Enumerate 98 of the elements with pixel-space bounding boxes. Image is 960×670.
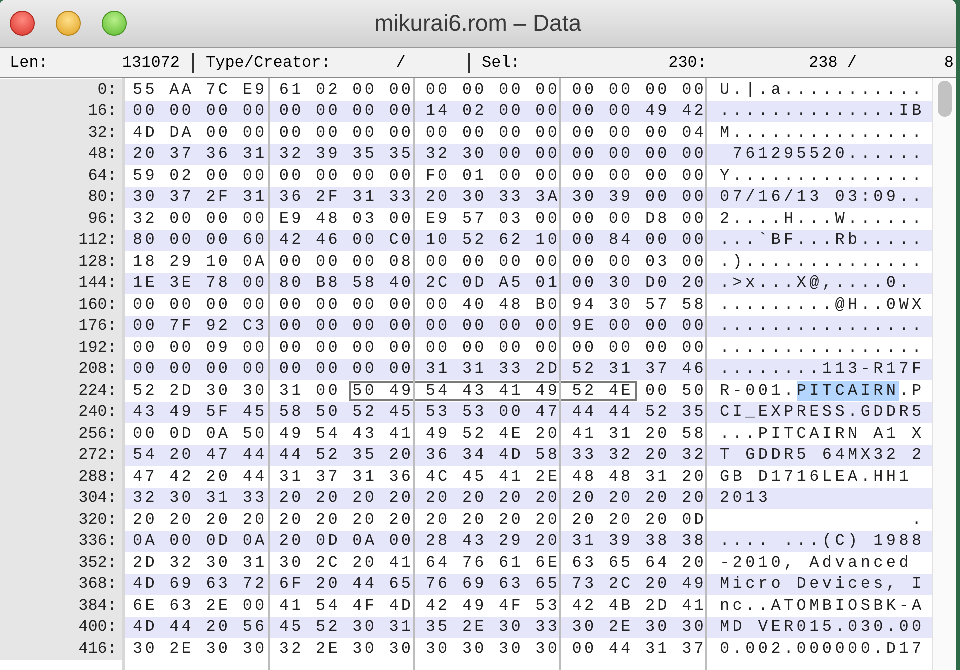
ascii-text[interactable]: ..............IB [720,101,925,122]
offset-label: 256: [78,424,117,444]
ascii-text[interactable]: MD VER015.030.00 [720,617,925,638]
hex-bytes[interactable]: 30 37 2F 31 36 2F 31 33 20 30 33 3A 30 39 00 00 [129,187,710,208]
ascii-text[interactable]: CI_EXPRESS.GDDR5 [720,402,925,422]
offset-label: 160: [78,294,117,315]
ascii-text[interactable]: .... ...(C) 1988 [720,531,925,552]
ascii-text[interactable]: 07/16/13 03:09.. [720,187,925,208]
length-value: 131072 [121,52,180,74]
hex-bytes[interactable]: 0A 00 0D 0A 20 0D 0A 00 28 43 29 20 31 39 38 38 [129,531,710,552]
offset-label: 48: [88,144,117,164]
offset-label: 112: [78,230,117,250]
ascii-text[interactable]: Y............... [720,166,925,186]
offset-label: 272: [78,445,117,466]
ascii-text[interactable]: U.|.a........... [720,80,925,100]
hex-bytes[interactable]: 20 20 20 20 20 20 20 20 20 20 20 20 20 20 20 0D [129,510,710,530]
window-title: mikurai6.rom – Data [374,9,582,38]
hex-bytes[interactable]: 00 50 [641,380,710,401]
selection-end: 238 / [808,52,857,74]
selection-length: 8 [943,52,955,74]
ascii-text[interactable]: 2013 [720,488,925,508]
offset-label: 336: [78,531,117,552]
offset-label: 240: [78,402,117,422]
ascii-text[interactable]: .P [899,380,925,401]
ascii-text[interactable]: ................ [720,316,925,336]
ascii-text[interactable]: T GDDR5 64MX32 2 [720,445,925,466]
minimize-button[interactable] [56,11,81,36]
scroll-thumb[interactable] [938,81,952,117]
offset-label: 304: [78,488,117,508]
offset-label: 64: [88,166,117,186]
hex-bytes[interactable]: 00 00 09 00 00 00 00 00 00 00 00 00 00 00 00 00 [129,338,710,358]
ascii-text[interactable]: 0.002.000000.D17 [720,638,925,659]
offset-label: 384: [78,596,117,616]
hex-bytes[interactable]: 00 00 00 00 00 00 00 00 14 02 00 00 00 00 49 42 [129,101,710,122]
offset-label: 32: [88,122,117,143]
hex-bytes[interactable]: 43 49 5F 45 58 50 52 45 53 53 00 47 44 44 52 35 [129,402,710,422]
hex-bytes[interactable]: 32 30 31 33 20 20 20 20 20 20 20 20 20 20 20 20 [129,488,710,508]
ascii-text[interactable]: ........113-R17F [720,359,925,380]
hex-bytes[interactable]: 6E 63 2E 00 41 54 4F 4D 42 49 4F 53 42 4B 2D 41 [129,596,710,616]
ascii-text[interactable]: -2010, Advanced [720,552,925,573]
ascii-text[interactable]: .).............. [720,252,925,272]
hex-bytes[interactable]: 54 20 47 44 44 52 35 20 36 34 4D 58 33 32 20 32 [129,445,710,466]
ascii-text[interactable]: 761295520...... [720,144,925,164]
offset-label: 224: [78,380,117,401]
hex-bytes[interactable]: 18 29 10 0A 00 00 00 08 00 00 00 00 00 00 03 00 [129,252,710,272]
hex-bytes[interactable]: 55 AA 7C E9 61 02 00 00 00 00 00 00 00 00 00 00 [129,80,710,100]
offset-label: 144: [78,273,117,294]
offset-label: 352: [78,552,117,573]
offset-label: 320: [78,510,117,530]
offset-label: 176: [78,316,117,336]
ascii-text[interactable]: M............... [720,122,925,143]
offset-label: 208: [78,359,117,380]
ascii-text[interactable]: GB D1716LEA.HH1 [720,466,925,487]
offset-label: 96: [88,208,117,229]
close-button[interactable] [10,11,35,36]
ascii-text[interactable]: .>x...X@,....0. [720,273,925,294]
ascii-text[interactable]: ...`BF...Rb..... [720,230,925,250]
hex-bytes[interactable]: 80 00 00 60 42 46 00 C0 10 52 62 10 00 84 00 00 [129,230,710,250]
offset-label: 368: [78,574,117,594]
hex-bytes[interactable]: 32 00 00 00 E9 48 03 00 E9 57 03 00 00 00 D8 00 [129,208,710,229]
hex-bytes[interactable]: 00 00 00 00 00 00 00 00 00 40 48 B0 94 30 57 58 [129,294,710,315]
offset-label: 128: [78,252,117,272]
hex-bytes[interactable]: 4D DA 00 00 00 00 00 00 00 00 00 00 00 00 00 04 [129,122,710,143]
ascii-text[interactable]: PITCAIRN [796,380,900,401]
ascii-text[interactable]: Micro Devices, I [720,574,925,594]
ascii-text[interactable]: R-001. [720,380,797,401]
ascii-text[interactable]: nc..ATOMBIOSBK-A [720,596,925,616]
type-creator-label: Type/Creator: [206,52,332,74]
ascii-text[interactable]: 2....H...W...... [720,208,925,229]
hex-bytes[interactable]: 30 2E 30 30 32 2E 30 30 30 30 30 30 00 44 31 37 [129,638,710,659]
hex-bytes[interactable]: 4D 44 20 56 45 52 30 31 35 2E 30 33 30 2E 30 30 [129,617,710,638]
ascii-text[interactable]: . [720,510,925,530]
offset-label: 0: [98,80,117,100]
offset-label: 416: [78,638,117,659]
ascii-text[interactable]: .........@H..0WX [720,294,925,315]
ascii-text[interactable]: ...PITCAIRN A1 X [720,424,925,444]
hex-bytes[interactable]: 00 0D 0A 50 49 54 43 41 49 52 4E 20 41 31 20 58 [129,424,710,444]
length-label: Len: [10,52,50,74]
hex-bytes[interactable]: 59 02 00 00 00 00 00 00 F0 01 00 00 00 00 00 00 [129,166,710,186]
ascii-text[interactable]: ................ [720,338,925,358]
type-creator-value: / [395,52,407,74]
hex-bytes[interactable]: 1E 3E 78 00 80 B8 58 40 2C 0D A5 01 00 30 D0 20 [129,273,710,294]
offset-label: 80: [88,187,117,208]
offset-label: 400: [78,617,117,638]
zoom-button[interactable] [102,11,127,36]
hex-bytes[interactable]: 4D 69 63 72 6F 20 44 65 76 69 63 65 73 2C 20 49 [129,574,710,594]
offset-label: 192: [78,338,117,358]
hex-bytes[interactable]: 00 7F 92 C3 00 00 00 00 00 00 00 00 9E 00 00 00 [129,316,710,336]
hex-bytes[interactable]: 20 37 36 31 32 39 35 35 32 30 00 00 00 00 00 00 [129,144,710,164]
offset-label: 16: [88,101,117,122]
hex-bytes[interactable]: 52 2D 30 30 31 00 [129,380,344,401]
selection-label: Sel: [482,52,522,74]
hex-bytes[interactable]: 2D 32 30 31 30 2C 20 41 64 76 61 6E 63 65 64 20 [129,552,710,573]
offset-label: 288: [78,466,117,487]
selection-start: 230: [668,52,707,74]
hex-bytes[interactable]: 50 49 54 43 41 49 52 4E [348,380,638,401]
hex-bytes[interactable]: 00 00 00 00 00 00 00 00 31 31 33 2D 52 31 37 46 [129,359,710,380]
hex-bytes[interactable]: 47 42 20 44 31 37 31 36 4C 45 41 2E 48 48 31 20 [129,466,710,487]
